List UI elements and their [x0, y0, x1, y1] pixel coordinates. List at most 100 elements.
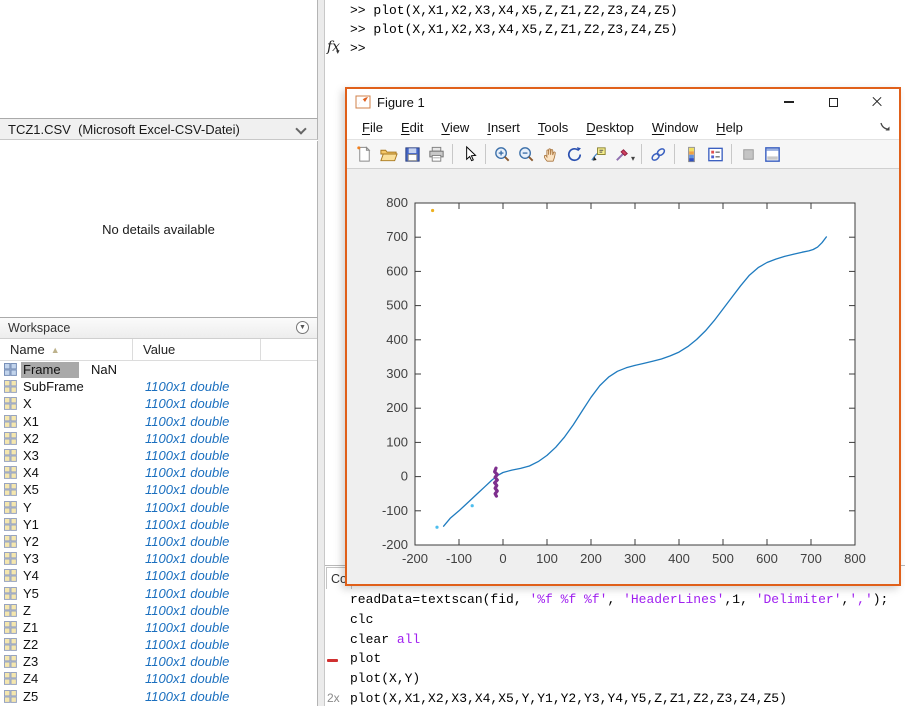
workspace-variable-row[interactable]: Z21100x1 double [0, 636, 317, 653]
data-cursor-icon[interactable] [586, 142, 610, 166]
command-prompt[interactable]: >> [350, 41, 366, 56]
menu-item-file[interactable]: File [353, 120, 392, 135]
close-button[interactable] [855, 89, 899, 115]
command-line[interactable]: readData=textscan(fid, '%f %f %f', 'Head… [325, 591, 905, 611]
variable-name[interactable]: Y4 [23, 568, 133, 583]
link-plot-icon[interactable] [646, 142, 670, 166]
variable-name[interactable]: Z5 [23, 689, 133, 704]
variable-name[interactable]: Z3 [23, 654, 133, 669]
new-figure-icon[interactable] [352, 142, 376, 166]
variable-name[interactable]: Z4 [23, 671, 133, 686]
dock-arrow-icon[interactable] [879, 121, 892, 134]
variable-name[interactable]: Y [23, 500, 133, 515]
variable-name[interactable]: SubFrame [23, 379, 133, 394]
column-header-name[interactable]: Name ▲ [0, 339, 133, 360]
x-tick-label: 200 [580, 551, 602, 566]
workspace-variable-row[interactable]: Z51100x1 double [0, 688, 317, 705]
variable-name[interactable]: Z [23, 603, 133, 618]
workspace-variable-row[interactable]: Y21100x1 double [0, 533, 317, 550]
workspace-variable-row[interactable]: Y51100x1 double [0, 584, 317, 601]
x-tick-label: 700 [800, 551, 822, 566]
command-line[interactable]: 2xplot(X,X1,X2,X3,X4,X5,Y,Y1,Y2,Y3,Y4,Y5… [325, 690, 905, 706]
brush-dropdown-caret-icon[interactable]: ▾ [631, 154, 635, 163]
plot-area[interactable]: -200-1000100200300400500600700800-200-10… [367, 178, 887, 578]
variable-name[interactable]: X1 [23, 414, 133, 429]
variable-name[interactable]: X4 [23, 465, 133, 480]
variable-name[interactable]: Y1 [23, 517, 133, 532]
variable-name[interactable]: Y5 [23, 586, 133, 601]
command-line[interactable]: clc [325, 611, 905, 631]
menu-item-insert[interactable]: Insert [478, 120, 529, 135]
workspace-variable-row[interactable]: Y31100x1 double [0, 550, 317, 567]
variable-grid-icon [4, 518, 17, 531]
insert-colorbar-icon[interactable] [679, 142, 703, 166]
workspace-variable-row[interactable]: Z31100x1 double [0, 653, 317, 670]
workspace-variable-row[interactable]: Y11100x1 double [0, 516, 317, 533]
y-tick-label: 600 [386, 263, 408, 278]
workspace-variable-row[interactable]: Z11100x1 double [0, 619, 317, 636]
variable-name[interactable]: X [23, 396, 133, 411]
x-tick-label: 300 [624, 551, 646, 566]
workspace-variable-row[interactable]: X21100x1 double [0, 430, 317, 447]
figure-window[interactable]: Figure 1 FileEditViewInsertToolsDesktopW… [345, 87, 901, 586]
chevron-down-icon[interactable] [295, 123, 306, 134]
figure-titlebar[interactable]: Figure 1 [347, 89, 899, 115]
y-tick-label: 200 [386, 400, 408, 415]
workspace-variable-row[interactable]: FrameNaN [0, 361, 317, 378]
workspace-menu-icon[interactable]: ▼ [296, 321, 309, 334]
minimize-button[interactable] [767, 89, 811, 115]
fx-indicator: fx▾ [327, 39, 340, 55]
menu-item-tools[interactable]: Tools [529, 120, 577, 135]
details-panel-header[interactable]: TCZ1.CSV (Microsoft Excel-CSV-Datei) [0, 118, 318, 140]
workspace-variable-row[interactable]: X41100x1 double [0, 464, 317, 481]
open-file-icon[interactable] [376, 142, 400, 166]
workspace-variable-row[interactable]: Z41100x1 double [0, 670, 317, 687]
variable-value: 1100x1 double [133, 414, 229, 429]
variable-value: 1100x1 double [133, 379, 229, 394]
variable-value: 1100x1 double [133, 465, 229, 480]
variable-name[interactable]: Y3 [23, 551, 133, 566]
dock-figure-icon[interactable] [760, 142, 784, 166]
column-header-empty [261, 339, 317, 360]
workspace-variable-row[interactable]: X1100x1 double [0, 395, 317, 412]
workspace-variable-row[interactable]: SubFrame1100x1 double [0, 378, 317, 395]
variable-name[interactable]: X3 [23, 448, 133, 463]
rotate-3d-icon[interactable] [562, 142, 586, 166]
variable-name[interactable]: Z1 [23, 620, 133, 635]
column-header-value[interactable]: Value [133, 339, 261, 360]
variable-name[interactable]: Z2 [23, 637, 133, 652]
print-figure-icon[interactable] [424, 142, 448, 166]
workspace-variable-row[interactable]: Z1100x1 double [0, 602, 317, 619]
workspace-titlebar[interactable]: Workspace ▼ [0, 318, 317, 339]
pan-icon[interactable] [538, 142, 562, 166]
workspace-variable-row[interactable]: Y41100x1 double [0, 567, 317, 584]
menu-item-view[interactable]: View [432, 120, 478, 135]
workspace-variable-row[interactable]: Y1100x1 double [0, 499, 317, 516]
hide-plot-tools-icon[interactable] [736, 142, 760, 166]
command-line[interactable]: plot(X,Y) [325, 670, 905, 690]
zoom-out-icon[interactable] [514, 142, 538, 166]
variable-value: 1100x1 double [133, 482, 229, 497]
panel-divider[interactable] [318, 0, 325, 706]
save-figure-icon[interactable] [400, 142, 424, 166]
command-line[interactable]: plot [325, 650, 905, 670]
variable-name[interactable]: Y2 [23, 534, 133, 549]
workspace-variable-row[interactable]: X11100x1 double [0, 413, 317, 430]
menu-item-help[interactable]: Help [707, 120, 752, 135]
workspace-variable-row[interactable]: X51100x1 double [0, 481, 317, 498]
menu-item-window[interactable]: Window [643, 120, 707, 135]
variable-name[interactable]: X2 [23, 431, 133, 446]
menu-item-desktop[interactable]: Desktop [577, 120, 643, 135]
edit-plot-icon[interactable] [457, 142, 481, 166]
workspace-variable-row[interactable]: X31100x1 double [0, 447, 317, 464]
variable-name[interactable]: X5 [23, 482, 133, 497]
zoom-in-icon[interactable] [490, 142, 514, 166]
command-line[interactable]: clear all [325, 631, 905, 651]
variable-value: 1100x1 double [133, 431, 229, 446]
maximize-button[interactable] [811, 89, 855, 115]
insert-legend-icon[interactable] [703, 142, 727, 166]
x-tick-label: -200 [402, 551, 428, 566]
menu-item-edit[interactable]: Edit [392, 120, 432, 135]
workspace-panel: Workspace ▼ Name ▲ Value FrameNaN SubFra… [0, 317, 318, 706]
variable-name[interactable]: Frame [21, 362, 79, 378]
